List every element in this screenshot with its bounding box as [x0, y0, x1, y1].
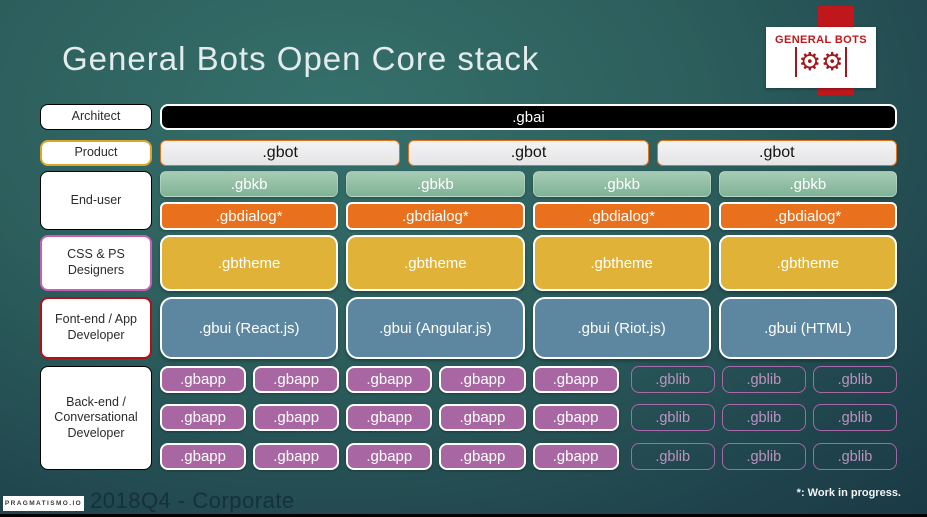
- gbui-riot-box: .gbui (Riot.js): [532, 297, 711, 359]
- gbapp-box: .gbapp: [346, 404, 433, 431]
- gbtheme-box: .gbtheme: [718, 235, 897, 291]
- work-in-progress-note: *: Work in progress.: [796, 487, 901, 499]
- gbtheme-box: .gbtheme: [346, 235, 525, 291]
- row-label-product: Product: [40, 140, 152, 166]
- gbui-react-box: .gbui (React.js): [160, 297, 339, 359]
- gblib-box: .gblib: [812, 404, 897, 431]
- slide: General Bots Open Core stack GENERAL BOT…: [0, 0, 927, 517]
- row-gbdialog: .gbdialog* .gbdialog* .gbdialog* .gbdial…: [160, 202, 897, 230]
- pragmatismo-logo: PRAGMATISMO.IO: [3, 496, 84, 511]
- gbai-box: .gbai: [160, 104, 897, 130]
- gbapp-box: .gbapp: [160, 366, 247, 393]
- footer-caption: 2018Q4 - Corporate: [90, 488, 295, 513]
- gbtheme-box: .gbtheme: [160, 235, 339, 291]
- gbkb-box: .gbkb: [532, 171, 711, 197]
- gbapp-box: .gbapp: [439, 443, 526, 470]
- gblib-box: .gblib: [721, 404, 806, 431]
- gear-bar-right: [845, 47, 848, 77]
- gblib-box: .gblib: [721, 443, 806, 470]
- gbapp-box: .gbapp: [160, 443, 247, 470]
- gblib-box: .gblib: [630, 443, 715, 470]
- gbapp-box: .gbapp: [439, 404, 526, 431]
- row-label-end-user: End-user: [40, 171, 152, 230]
- gear-bar-left: [794, 47, 797, 77]
- row-label-architect: Architect: [40, 104, 152, 130]
- row-gbai: .gbai: [160, 104, 897, 130]
- row-backend-1: .gbapp .gbapp .gbapp .gbapp .gbapp .gbli…: [160, 366, 897, 393]
- row-gbkb: .gbkb .gbkb .gbkb .gbkb: [160, 171, 897, 197]
- gbapp-box: .gbapp: [532, 443, 619, 470]
- gbot-box: .gbot: [408, 140, 649, 166]
- gbkb-box: .gbkb: [346, 171, 525, 197]
- gbapp-box: .gbapp: [439, 366, 526, 393]
- gear-glyphs: ⚙⚙: [798, 47, 844, 76]
- gbui-html-box: .gbui (HTML): [718, 297, 897, 359]
- row-gbui: .gbui (React.js) .gbui (Angular.js) .gbu…: [160, 297, 897, 359]
- gbapp-box: .gbapp: [532, 404, 619, 431]
- row-label-backend: Back-end / Conversational Developer: [40, 366, 152, 470]
- gbapp-box: .gbapp: [253, 443, 340, 470]
- gblib-box: .gblib: [630, 366, 715, 393]
- gbkb-box: .gbkb: [160, 171, 339, 197]
- gbdialog-box: .gbdialog*: [160, 202, 339, 230]
- gbapp-box: .gbapp: [346, 366, 433, 393]
- row-backend-3: .gbapp .gbapp .gbapp .gbapp .gbapp .gbli…: [160, 443, 897, 470]
- gears-icon: ⚙⚙: [794, 47, 848, 77]
- pragmatismo-logo-text: PRAGMATISMO.IO: [4, 500, 83, 507]
- row-gbot: .gbot .gbot .gbot: [160, 140, 897, 166]
- gblib-box: .gblib: [812, 443, 897, 470]
- page-title: General Bots Open Core stack: [62, 40, 540, 77]
- gbtheme-box: .gbtheme: [532, 235, 711, 291]
- gbot-box: .gbot: [656, 140, 897, 166]
- row-label-frontend: Font-end / App Developer: [40, 297, 152, 359]
- gbapp-box: .gbapp: [253, 404, 340, 431]
- row-gbtheme: .gbtheme .gbtheme .gbtheme .gbtheme: [160, 235, 897, 291]
- gbdialog-box: .gbdialog*: [532, 202, 711, 230]
- row-backend-2: .gbapp .gbapp .gbapp .gbapp .gbapp .gbli…: [160, 404, 897, 431]
- gblib-box: .gblib: [721, 366, 806, 393]
- gbapp-box: .gbapp: [253, 366, 340, 393]
- gblib-box: .gblib: [812, 366, 897, 393]
- gbapp-box: .gbapp: [532, 366, 619, 393]
- gbui-angular-box: .gbui (Angular.js): [346, 297, 525, 359]
- gblib-box: .gblib: [630, 404, 715, 431]
- row-label-designers: CSS & PS Designers: [40, 235, 152, 291]
- gbkb-box: .gbkb: [718, 171, 897, 197]
- general-bots-logo: GENERAL BOTS ⚙⚙: [766, 27, 876, 88]
- gbapp-box: .gbapp: [346, 443, 433, 470]
- gbot-box: .gbot: [160, 140, 401, 166]
- gbdialog-box: .gbdialog*: [718, 202, 897, 230]
- gbapp-box: .gbapp: [160, 404, 247, 431]
- logo-brand-text: GENERAL BOTS: [775, 34, 867, 46]
- gbdialog-box: .gbdialog*: [346, 202, 525, 230]
